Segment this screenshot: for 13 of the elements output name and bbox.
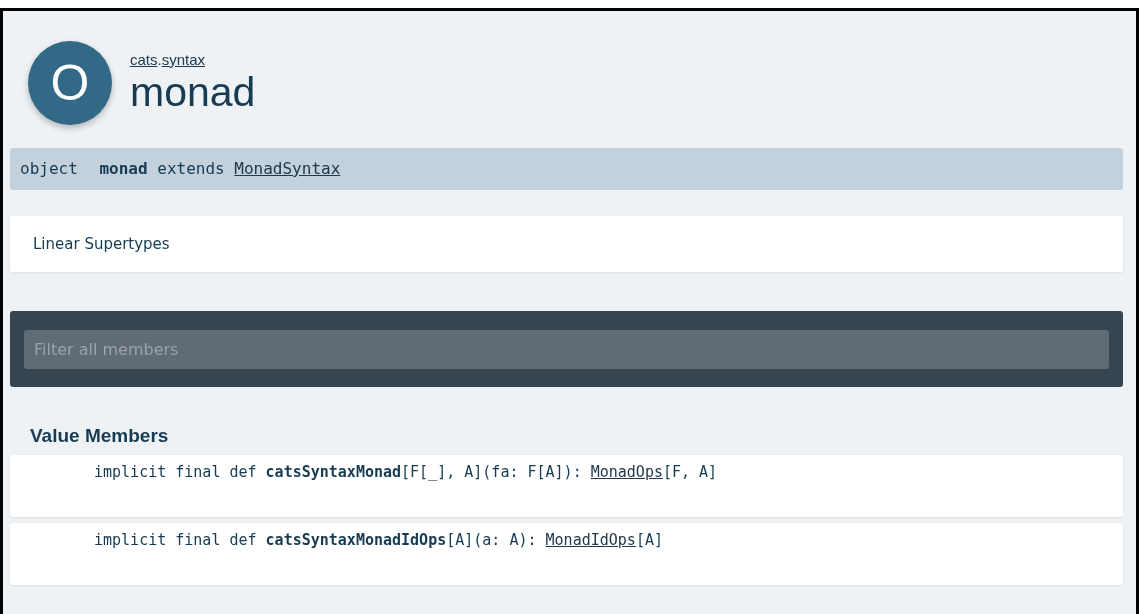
breadcrumb-separator: .	[157, 50, 162, 68]
member-signature[interactable]: implicit final def catsSyntaxMonadIdOps[A](a: A): MonadIdOps[A]	[10, 523, 1123, 585]
linear-supertypes-toggle[interactable]: Linear Supertypes	[10, 216, 1123, 272]
filter-field[interactable]: Filter all members	[24, 329, 1109, 369]
result-type-link[interactable]: MonadOps	[590, 463, 663, 481]
result-type-link[interactable]: MonadIdOps	[545, 531, 636, 549]
breadcrumb-link[interactable]: cats	[130, 50, 158, 68]
object-badge: O	[28, 41, 112, 125]
page-title: monad	[130, 68, 256, 116]
signature-bar: object monad extends MonadSyntax	[10, 148, 1123, 190]
section-heading: Value Members	[30, 425, 170, 448]
member-signature[interactable]: implicit final def catsSyntaxMonad[F[_], A](fa: F[A]): MonadOps[F, A]	[10, 455, 1123, 517]
parent-type-link[interactable]: MonadSyntax	[234, 159, 341, 178]
